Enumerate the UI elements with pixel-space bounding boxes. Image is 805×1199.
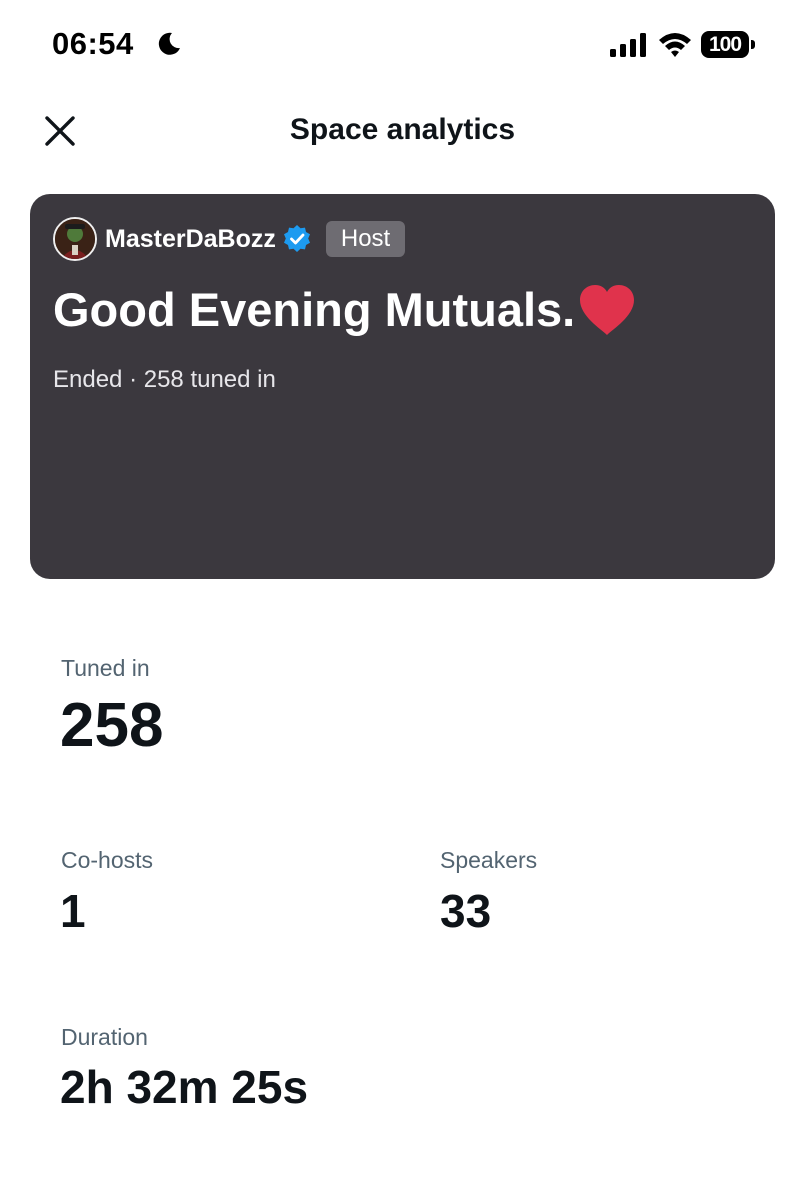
nav-header: Space analytics	[0, 95, 805, 167]
co-hosts-value: 1	[60, 885, 86, 937]
battery-level: 100	[701, 31, 749, 58]
status-bar: 06:54 100	[0, 0, 805, 90]
duration-label: Duration	[61, 1024, 148, 1050]
speakers-label: Speakers	[440, 847, 538, 873]
page-title: Space analytics	[289, 113, 516, 146]
space-title-text: Good Evening Mutuals.	[53, 283, 576, 336]
avatar-image	[55, 219, 95, 259]
tuned-in-label: Tuned in	[61, 655, 150, 681]
heart-icon	[580, 284, 635, 335]
status-time: 06:54	[52, 26, 134, 61]
battery-icon: 100	[701, 31, 755, 59]
space-title: Good Evening Mutuals.	[53, 282, 637, 337]
verified-icon	[283, 225, 310, 252]
signal-icon	[610, 33, 646, 57]
host-badge: Host	[325, 221, 406, 257]
avatar[interactable]	[53, 217, 97, 261]
space-card[interactable]: MasterDaBozz Host Good Evening Mutuals. …	[30, 194, 775, 579]
moon-icon	[158, 32, 180, 55]
duration-value: 2h 32m 25s	[60, 1061, 309, 1113]
host-row: MasterDaBozz Host	[53, 216, 406, 262]
host-name[interactable]: MasterDaBozz	[105, 225, 276, 254]
space-status: Ended · 258 tuned in	[53, 366, 276, 393]
co-hosts-label: Co-hosts	[61, 847, 154, 873]
wifi-icon	[659, 33, 691, 57]
tuned-in-value: 258	[60, 691, 164, 760]
battery-tip	[751, 40, 755, 49]
speakers-value: 33	[440, 885, 492, 937]
